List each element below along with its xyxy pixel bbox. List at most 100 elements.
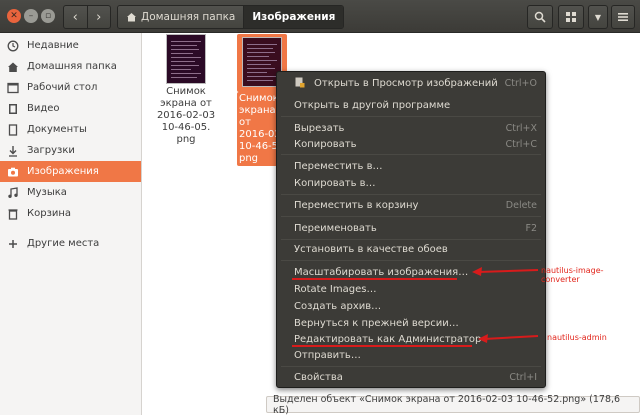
menu-item-send-to[interactable]: Отправить…	[277, 346, 545, 364]
menu-item-rotate-images[interactable]: Rotate Images…	[277, 280, 545, 298]
breadcrumb-home-label: Домашняя папка	[141, 11, 236, 23]
menu-item-rename[interactable]: Переименовать F2	[277, 219, 545, 237]
plus-icon	[7, 238, 19, 250]
forward-button[interactable]: ›	[86, 6, 111, 28]
breadcrumb: Домашняя папка Изображения	[117, 5, 345, 29]
image-viewer-icon	[295, 77, 305, 88]
menu-item-label: Переместить в корзину	[294, 199, 419, 211]
sidebar-item-label: Другие места	[27, 238, 100, 249]
sidebar-item-video[interactable]: Видео	[0, 98, 141, 119]
menu-item-label: Создать архив…	[294, 300, 382, 312]
menu-item-accel: Ctrl+I	[509, 371, 537, 383]
minimize-window-button[interactable]: –	[24, 9, 38, 23]
desktop-icon	[7, 82, 19, 94]
thumbnail-line	[171, 77, 197, 78]
menu-item-label: Копировать	[294, 138, 357, 150]
menu-item-label: Rotate Images…	[294, 283, 377, 295]
sidebar-item-label: Изображения	[27, 166, 99, 177]
menu-item-open-image-viewer[interactable]: Открыть в Просмотр изображений Ctrl+O	[277, 74, 545, 92]
menu-item-label: Масштабировать изображения…	[294, 266, 469, 278]
breadcrumb-home[interactable]: Домашняя папка	[118, 6, 244, 28]
thumbnail-line	[247, 60, 277, 61]
thumbnail-line	[247, 56, 269, 57]
menu-item-move-to-trash[interactable]: Переместить в корзину Delete	[277, 196, 545, 214]
menu-separator	[281, 194, 541, 195]
menu-item-label: Переместить в…	[294, 160, 383, 172]
thumbnail-line	[247, 52, 275, 53]
file-item[interactable]: Снимок экрана от 2016-02-03 10-46-05. pn…	[146, 34, 226, 146]
header-bar: ✕ – ▫ ‹ › Домашняя папка Изображения ▼	[0, 0, 640, 33]
menu-separator	[281, 216, 541, 217]
home-icon	[7, 61, 19, 73]
menu-item-accel: Delete	[505, 199, 537, 211]
sidebar-item-other-locations[interactable]: Другие места	[0, 233, 141, 254]
file-name-line: 10-46-05.	[161, 122, 211, 133]
menu-separator	[281, 116, 541, 117]
file-name-line: экрана от	[160, 98, 212, 109]
chevron-left-icon: ‹	[72, 9, 78, 25]
navigation-buttons: ‹ ›	[63, 5, 111, 29]
sidebar-item-desktop[interactable]: Рабочий стол	[0, 77, 141, 98]
sidebar-item-recent[interactable]: Недавние	[0, 35, 141, 56]
sidebar-item-label: Рабочий стол	[27, 82, 98, 93]
download-icon	[7, 145, 19, 157]
sidebar-item-music[interactable]: Музыка	[0, 182, 141, 203]
search-icon	[534, 11, 546, 23]
sidebar-item-trash[interactable]: Корзина	[0, 203, 141, 224]
menu-item-properties[interactable]: Свойства Ctrl+I	[277, 368, 545, 386]
view-options-button[interactable]: ▼	[588, 5, 608, 29]
menu-item-copy-to[interactable]: Копировать в…	[277, 174, 545, 192]
sidebar-item-pictures[interactable]: Изображения	[0, 161, 141, 182]
document-icon	[7, 123, 19, 136]
thumbnail-line	[171, 41, 201, 42]
hamburger-icon	[618, 13, 628, 21]
menu-item-accel: Ctrl+X	[505, 122, 537, 134]
menu-item-create-archive[interactable]: Создать архив…	[277, 297, 545, 315]
menu-item-set-wallpaper[interactable]: Установить в качестве обоев	[277, 240, 545, 258]
thumbnail-line	[247, 72, 267, 73]
menu-separator	[281, 366, 541, 367]
file-name-line: Снимок	[166, 86, 206, 97]
breadcrumb-current[interactable]: Изображения	[243, 6, 344, 28]
view-list-button[interactable]	[558, 5, 584, 29]
maximize-window-button[interactable]: ▫	[41, 9, 55, 23]
menu-item-accel: Ctrl+O	[504, 77, 537, 89]
menu-item-label: Открыть в другой программе	[294, 99, 451, 111]
thumbnail-line	[247, 68, 275, 69]
annotation-arrow	[478, 334, 539, 343]
chevron-right-icon: ›	[96, 9, 102, 25]
thumbnail-line	[171, 69, 191, 70]
menu-item-label: Отправить…	[294, 349, 361, 361]
sidebar-item-label: Видео	[27, 103, 60, 114]
thumbnail-line	[171, 65, 199, 66]
menu-item-label: Свойства	[294, 371, 343, 383]
sidebar-item-label: Недавние	[27, 40, 79, 51]
menu-item-accel: Ctrl+C	[505, 138, 538, 150]
close-window-button[interactable]: ✕	[7, 9, 21, 23]
breadcrumb-current-label: Изображения	[252, 11, 336, 23]
menu-separator	[281, 154, 541, 155]
thumbnail-line	[171, 49, 199, 50]
thumbnail-wrap	[146, 34, 226, 84]
sidebar-item-home[interactable]: Домашняя папка	[0, 56, 141, 77]
annotation-underline	[292, 345, 472, 347]
menu-item-accel: F2	[525, 222, 537, 234]
thumbnail-line	[171, 73, 201, 74]
search-button[interactable]	[527, 5, 553, 29]
menu-item-label: Открыть в Просмотр изображений	[314, 77, 498, 89]
menu-button[interactable]	[611, 5, 635, 29]
sidebar-item-downloads[interactable]: Загрузки	[0, 140, 141, 161]
menu-item-copy[interactable]: Копировать Ctrl+C	[277, 135, 545, 153]
camera-icon	[7, 166, 19, 178]
back-button[interactable]: ‹	[64, 6, 87, 28]
sidebar-item-label: Корзина	[27, 208, 72, 219]
file-name-line: png	[176, 134, 196, 145]
menu-item-open-other-app[interactable]: Открыть в другой программе	[277, 96, 545, 114]
video-icon	[7, 103, 19, 115]
thumbnail-line	[247, 64, 271, 65]
menu-item-move-to[interactable]: Переместить в…	[277, 157, 545, 175]
thumbnail-line	[247, 48, 273, 49]
sidebar-item-label: Загрузки	[27, 145, 75, 156]
sidebar-item-documents[interactable]: Документы	[0, 119, 141, 140]
menu-item-label: Вернуться к прежней версии…	[294, 317, 459, 329]
